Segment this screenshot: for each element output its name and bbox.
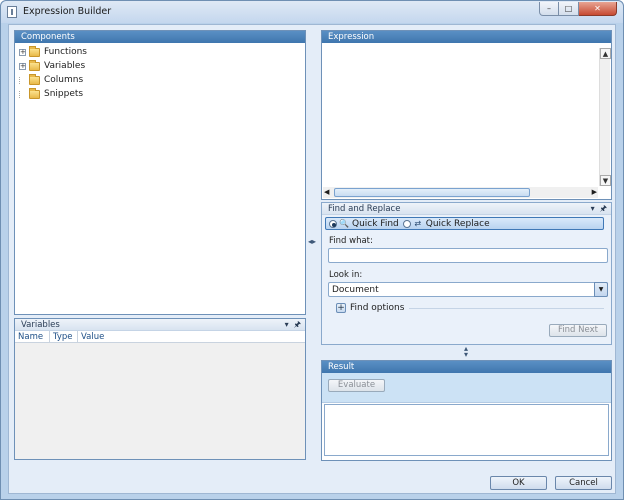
tree-item-label: Variables bbox=[44, 61, 86, 71]
dropdown-arrow-icon[interactable]: ▾ bbox=[285, 320, 289, 329]
result-header: Result bbox=[322, 361, 611, 373]
dropdown-arrow-icon[interactable]: ▾ bbox=[591, 204, 595, 213]
horizontal-splitter-handle[interactable]: ▴ ▾ bbox=[464, 345, 468, 359]
pin-icon[interactable]: 🖈 bbox=[600, 204, 607, 213]
components-header: Components bbox=[15, 31, 305, 43]
minimize-icon: – bbox=[547, 4, 551, 13]
expression-panel: Expression ▲ ▼ ◀ ▶ bbox=[321, 30, 612, 200]
quick-find-radio[interactable] bbox=[329, 219, 337, 228]
binoculars-icon: 🔍 bbox=[339, 218, 349, 228]
quick-find-label[interactable]: Quick Find bbox=[352, 219, 399, 229]
evaluate-button[interactable]: Evaluate bbox=[328, 379, 385, 392]
look-in-value: Document bbox=[332, 285, 379, 295]
tree-item-variables[interactable]: + Variables bbox=[19, 59, 87, 73]
find-replace-header-label: Find and Replace bbox=[328, 204, 401, 214]
variables-panel: Variables ▾ 🖈 Name Type Value bbox=[14, 318, 306, 460]
folder-icon bbox=[29, 73, 40, 85]
tree-item-snippets[interactable]: Snippets bbox=[19, 87, 87, 101]
chevron-down-icon[interactable]: ▼ bbox=[594, 282, 608, 297]
column-header-name[interactable]: Name bbox=[15, 331, 50, 342]
tree-line bbox=[19, 90, 26, 98]
horizontal-scroll-thumb[interactable] bbox=[334, 188, 530, 197]
scroll-left-icon[interactable]: ◀ bbox=[324, 187, 329, 198]
find-replace-header[interactable]: Find and Replace ▾ 🖈 bbox=[322, 203, 611, 215]
expand-icon[interactable]: + bbox=[19, 62, 26, 70]
folder-icon bbox=[29, 45, 40, 57]
window-controls: – □ ✕ bbox=[539, 2, 617, 16]
vertical-splitter-handle[interactable]: ◂▸ bbox=[308, 237, 316, 246]
find-what-input[interactable] bbox=[328, 248, 608, 263]
find-mode-toolbar: 🔍 Quick Find ⇄ Quick Replace bbox=[325, 217, 604, 230]
tree-item-label: Snippets bbox=[44, 89, 84, 99]
find-replace-panel: Find and Replace ▾ 🖈 🔍 Quick Find ⇄ Quick… bbox=[321, 202, 612, 345]
find-what-label: Find what: bbox=[329, 236, 373, 246]
dialog-client-area: Components + Functions + Variables Colum… bbox=[8, 24, 616, 494]
close-button[interactable]: ✕ bbox=[579, 2, 617, 16]
look-in-label: Look in: bbox=[329, 270, 363, 280]
window-title: Expression Builder bbox=[23, 6, 112, 17]
app-icon bbox=[7, 6, 17, 18]
replace-icon: ⇄ bbox=[414, 218, 422, 228]
title-bar[interactable]: Expression Builder – □ ✕ bbox=[1, 1, 623, 23]
expression-editor[interactable]: ▲ ▼ ◀ ▶ bbox=[322, 44, 611, 199]
expand-plus-icon[interactable]: + bbox=[336, 303, 346, 313]
variables-header[interactable]: Variables ▾ 🖈 bbox=[15, 319, 305, 331]
expression-horizontal-scrollbar[interactable]: ◀ ▶ bbox=[323, 187, 598, 198]
quick-replace-label[interactable]: Quick Replace bbox=[426, 219, 490, 229]
result-output[interactable] bbox=[324, 404, 609, 456]
folder-icon bbox=[29, 87, 40, 99]
tree-item-functions[interactable]: + Functions bbox=[19, 45, 87, 59]
panel-pin-controls: ▾ 🖈 bbox=[285, 320, 301, 330]
result-toolbar: Evaluate bbox=[322, 373, 611, 403]
scroll-down-icon[interactable]: ▼ bbox=[600, 175, 611, 186]
variables-table-header: Name Type Value bbox=[15, 331, 305, 343]
column-header-value[interactable]: Value bbox=[78, 331, 123, 342]
expression-builder-window: Expression Builder – □ ✕ Components + Fu… bbox=[0, 0, 624, 500]
expand-icon[interactable]: + bbox=[19, 48, 26, 56]
quick-replace-radio[interactable] bbox=[402, 219, 411, 228]
ok-button[interactable]: OK bbox=[490, 476, 547, 490]
look-in-select[interactable]: Document ▼ bbox=[328, 282, 608, 297]
column-header-type[interactable]: Type bbox=[50, 331, 78, 342]
tree-item-label: Columns bbox=[44, 75, 84, 85]
maximize-icon: □ bbox=[564, 4, 573, 13]
find-options-label[interactable]: Find options bbox=[350, 303, 404, 313]
result-panel: Result Evaluate bbox=[321, 360, 612, 461]
find-next-button[interactable]: Find Next bbox=[549, 324, 607, 337]
scroll-right-icon[interactable]: ▶ bbox=[592, 187, 597, 198]
cancel-button[interactable]: Cancel bbox=[555, 476, 612, 490]
pin-icon[interactable]: 🖈 bbox=[294, 320, 301, 329]
components-panel: Components + Functions + Variables Colum… bbox=[14, 30, 306, 315]
minimize-button[interactable]: – bbox=[539, 2, 559, 16]
tree-item-label: Functions bbox=[44, 47, 87, 57]
expression-header: Expression bbox=[322, 31, 611, 43]
expression-vertical-scrollbar[interactable]: ▲ ▼ bbox=[599, 48, 611, 186]
tree-line bbox=[19, 76, 26, 84]
close-icon: ✕ bbox=[594, 4, 601, 13]
variables-header-label: Variables bbox=[21, 320, 60, 330]
tree-item-columns[interactable]: Columns bbox=[19, 73, 87, 87]
scroll-up-icon[interactable]: ▲ bbox=[600, 48, 611, 59]
find-options-expander[interactable]: + Find options bbox=[336, 303, 604, 313]
components-tree: + Functions + Variables Columns Snippets bbox=[19, 45, 87, 101]
maximize-button[interactable]: □ bbox=[559, 2, 579, 16]
panel-pin-controls: ▾ 🖈 bbox=[591, 204, 607, 214]
folder-icon bbox=[29, 59, 40, 71]
find-options-divider bbox=[409, 307, 604, 309]
